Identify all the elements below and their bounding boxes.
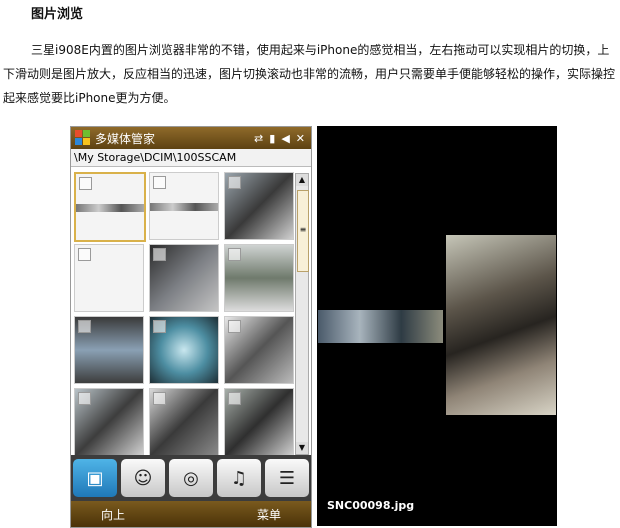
sync-icon: ⇄: [254, 131, 264, 145]
scroll-thumb[interactable]: ≡: [297, 190, 309, 272]
close-icon[interactable]: ✕: [296, 132, 305, 145]
softkey-up[interactable]: 向上: [101, 506, 125, 523]
thumbnail[interactable]: [224, 172, 294, 240]
contacts-tab-icon[interactable]: ☺: [121, 459, 165, 497]
thumbnail[interactable]: [74, 316, 144, 384]
select-checkbox[interactable]: [78, 248, 91, 261]
thumbnail-grid: [74, 172, 294, 456]
vertical-scrollbar[interactable]: ▲ ≡ ▼: [295, 173, 309, 455]
select-checkbox[interactable]: [153, 392, 166, 405]
signal-icon: ▮: [269, 131, 276, 145]
scroll-down-arrow[interactable]: ▼: [296, 442, 308, 454]
scroll-up-arrow[interactable]: ▲: [296, 174, 308, 186]
app-title: 多媒体管家: [95, 131, 156, 146]
phone-gallery-screen: 多媒体管家 ⇄ ▮ ◀ ✕ \My Storage\DCIM\100SSCAM …: [70, 126, 312, 528]
select-checkbox[interactable]: [228, 176, 241, 189]
windows-start-icon[interactable]: [75, 130, 91, 146]
select-checkbox[interactable]: [228, 320, 241, 333]
select-checkbox[interactable]: [228, 392, 241, 405]
thumbnail[interactable]: [149, 388, 219, 456]
select-checkbox[interactable]: [153, 248, 166, 261]
select-checkbox[interactable]: [228, 248, 241, 261]
phone-photo-viewer[interactable]: SNC00098.jpg: [317, 126, 557, 526]
thumbnail[interactable]: [74, 244, 144, 312]
select-checkbox[interactable]: [79, 177, 92, 190]
folder-path: \My Storage\DCIM\100SSCAM: [71, 149, 311, 167]
thumbnail[interactable]: [224, 244, 294, 312]
thumbnail[interactable]: [149, 316, 219, 384]
section-heading: 图片浏览: [31, 7, 84, 22]
photo-filename: SNC00098.jpg: [327, 499, 415, 512]
video-reel-tab-icon[interactable]: ◎: [169, 459, 213, 497]
photo-video-tab-icon[interactable]: ▣: [73, 459, 117, 497]
thumbnail[interactable]: [149, 172, 219, 240]
select-checkbox[interactable]: [78, 320, 91, 333]
previous-photo[interactable]: [318, 310, 443, 343]
softkey-menu[interactable]: 菜单: [257, 506, 281, 523]
select-checkbox[interactable]: [78, 392, 91, 405]
title-bar: 多媒体管家 ⇄ ▮ ◀ ✕: [71, 127, 311, 149]
list-tab-icon[interactable]: ☰: [265, 459, 309, 497]
body-paragraph: 三星i908E内置的图片浏览器非常的不错，使用起来与iPhone的感觉相当，左右…: [3, 43, 616, 105]
thumbnail[interactable]: [74, 388, 144, 456]
thumbnail[interactable]: [224, 316, 294, 384]
current-photo[interactable]: [446, 235, 556, 415]
speaker-icon[interactable]: ◀: [281, 132, 289, 145]
select-checkbox[interactable]: [153, 320, 166, 333]
thumbnail[interactable]: [224, 388, 294, 456]
thumbnail[interactable]: [74, 172, 146, 242]
media-tab-bar: ▣ ☺ ◎ ♫ ☰: [71, 455, 311, 501]
softkey-bar: 向上 菜单: [71, 501, 311, 527]
select-checkbox[interactable]: [153, 176, 166, 189]
music-tab-icon[interactable]: ♫: [217, 459, 261, 497]
thumbnail[interactable]: [149, 244, 219, 312]
